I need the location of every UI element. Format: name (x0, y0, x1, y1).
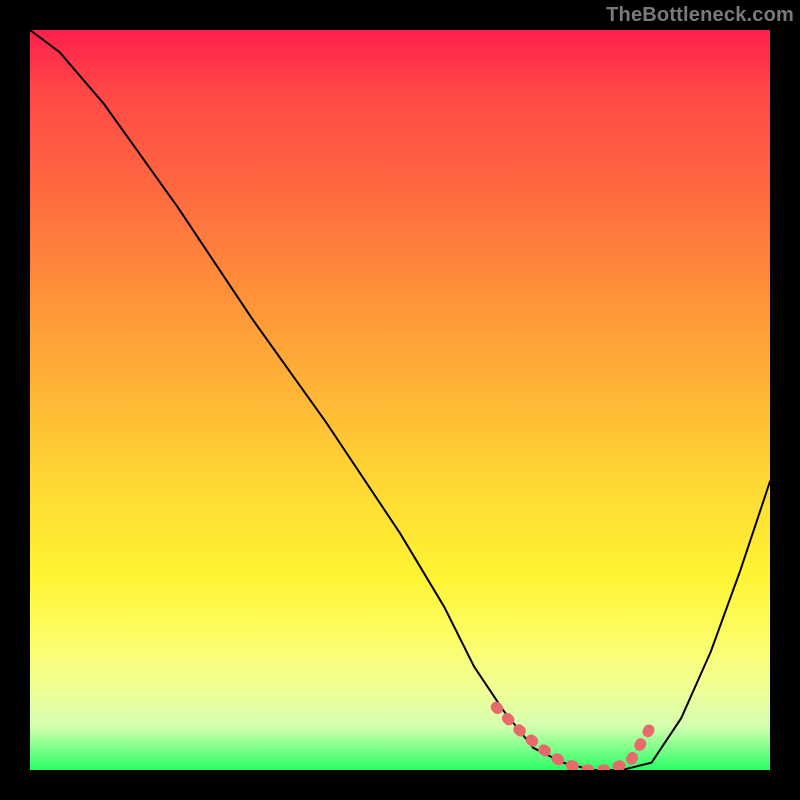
bottleneck-curve (30, 30, 770, 770)
chart-frame: TheBottleneck.com (0, 0, 800, 800)
optimal-zone (496, 707, 651, 770)
plot-area (30, 30, 770, 770)
curve-svg (30, 30, 770, 770)
watermark-text: TheBottleneck.com (606, 4, 794, 27)
